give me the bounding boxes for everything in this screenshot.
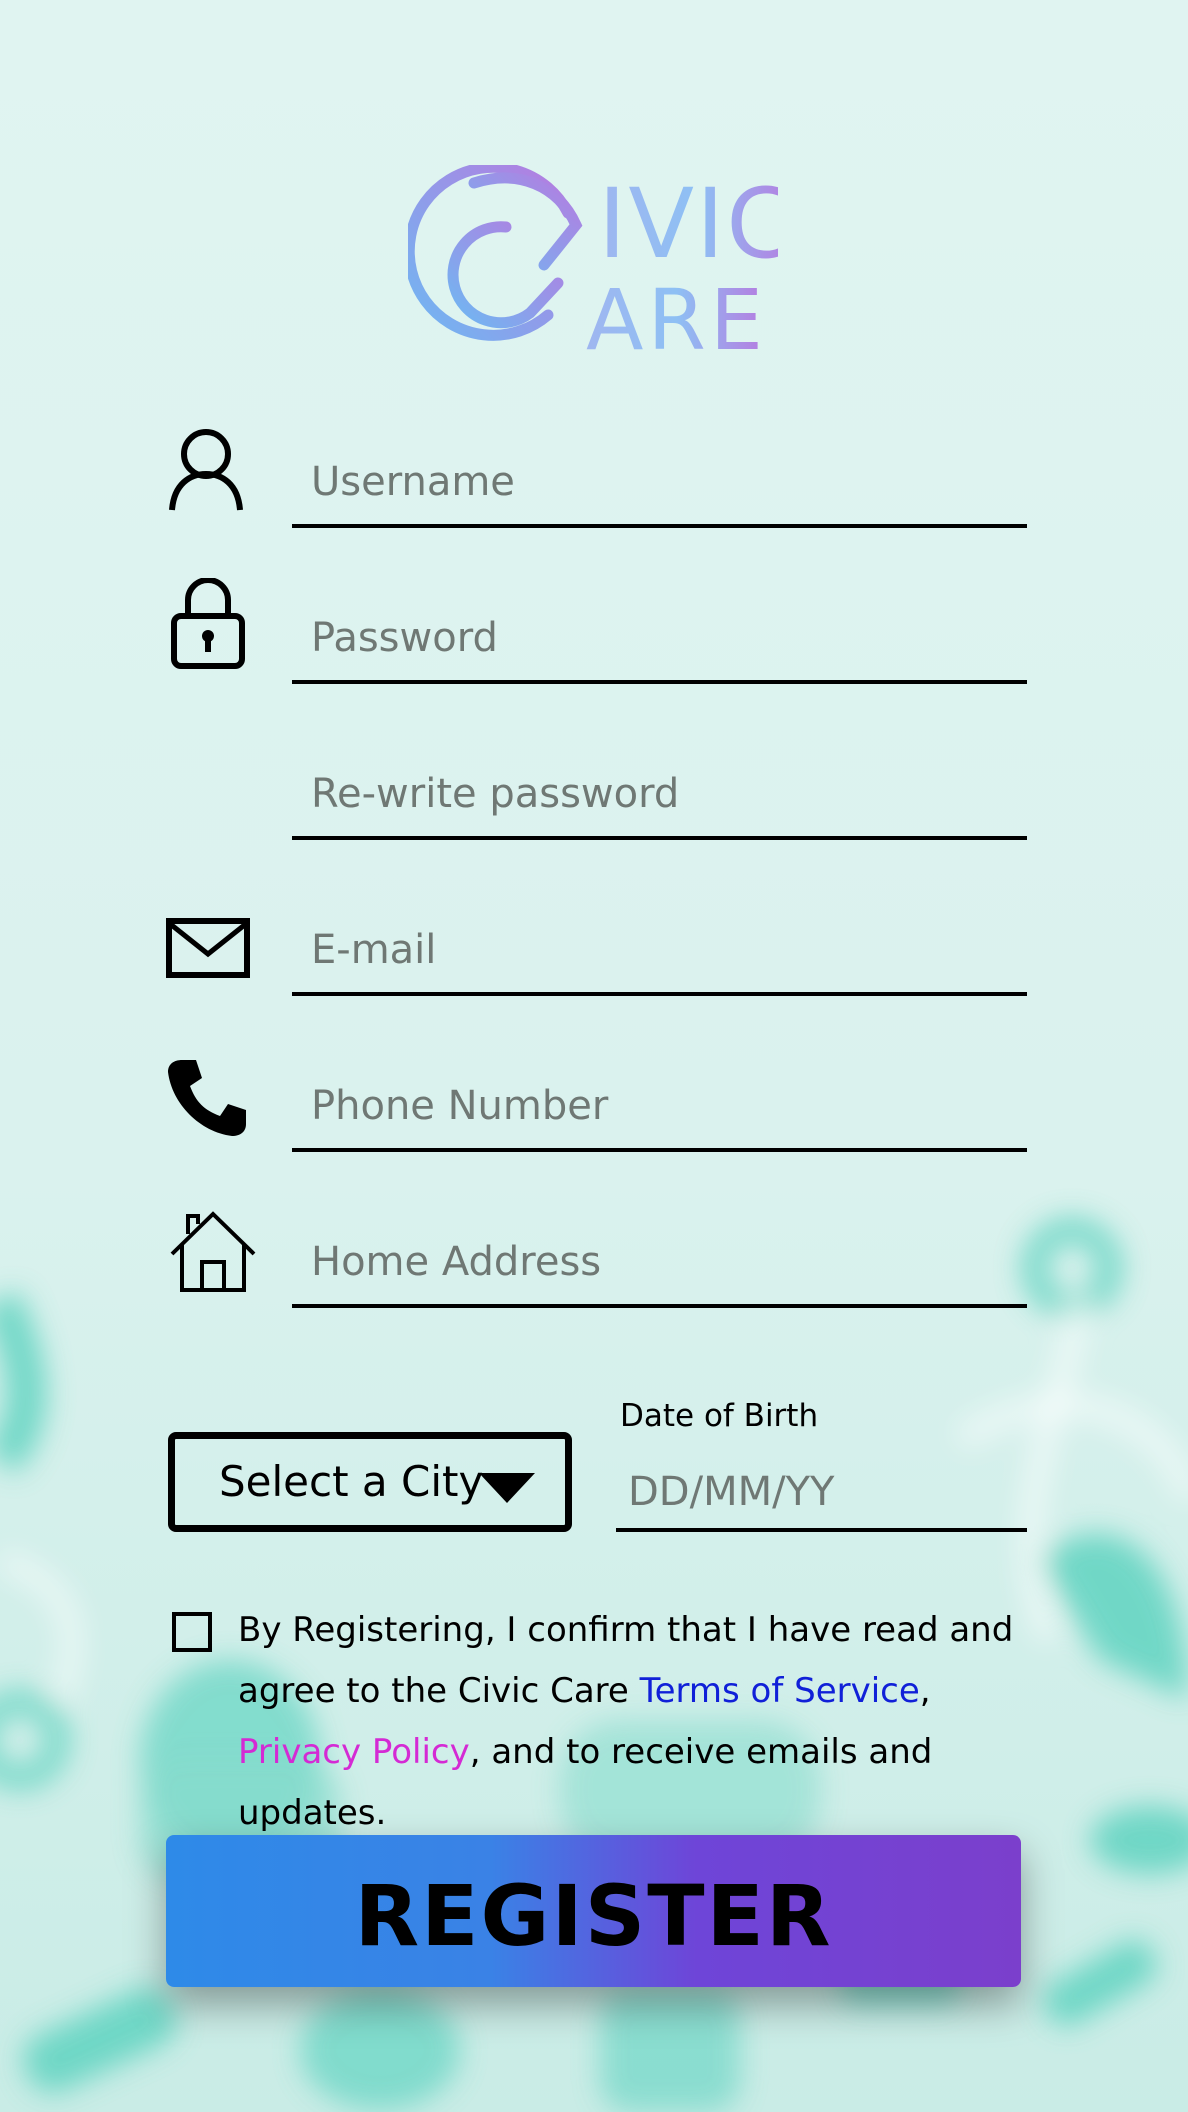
password-field[interactable] <box>292 598 1027 684</box>
svg-text:ARE: ARE <box>586 271 767 355</box>
email-input[interactable] <box>311 922 1011 978</box>
register-button-label: REGISTER <box>354 1867 833 1965</box>
dob-input[interactable] <box>628 1464 1018 1520</box>
civic-care-logo: IVIC ARE <box>408 165 778 355</box>
username-field[interactable] <box>292 442 1027 528</box>
register-button[interactable]: REGISTER <box>166 1835 1021 1987</box>
terms-of-service-link[interactable]: Terms of Service <box>640 1671 920 1711</box>
city-dropdown[interactable]: Select a City <box>168 1432 572 1532</box>
svg-text:IVIC: IVIC <box>598 168 778 280</box>
privacy-policy-link[interactable]: Privacy Policy <box>238 1732 470 1772</box>
city-dropdown-label: Select a City <box>219 1457 484 1506</box>
phone-field[interactable] <box>292 1066 1027 1152</box>
terms-text: By Registering, I confirm that I have re… <box>238 1600 1028 1844</box>
rewrite-password-input[interactable] <box>311 766 1011 822</box>
rewrite-password-field[interactable] <box>292 754 1027 840</box>
envelope-icon <box>166 918 250 978</box>
phone-icon <box>166 1056 248 1138</box>
user-icon <box>168 428 244 512</box>
caret-down-icon <box>479 1473 535 1503</box>
phone-input[interactable] <box>311 1078 1011 1134</box>
password-input[interactable] <box>311 610 1011 666</box>
email-field[interactable] <box>292 910 1027 996</box>
home-icon <box>170 1210 256 1292</box>
username-input[interactable] <box>311 454 1011 510</box>
address-field[interactable] <box>292 1222 1027 1308</box>
dob-field[interactable] <box>616 1450 1027 1532</box>
terms-checkbox[interactable] <box>172 1612 212 1652</box>
dob-label: Date of Birth <box>620 1398 819 1434</box>
terms-separator: , <box>919 1671 931 1711</box>
lock-icon <box>170 578 246 670</box>
address-input[interactable] <box>311 1234 1011 1290</box>
registration-screen: IVIC ARE Username E-mail Phone Number Ho… <box>0 0 1188 2112</box>
